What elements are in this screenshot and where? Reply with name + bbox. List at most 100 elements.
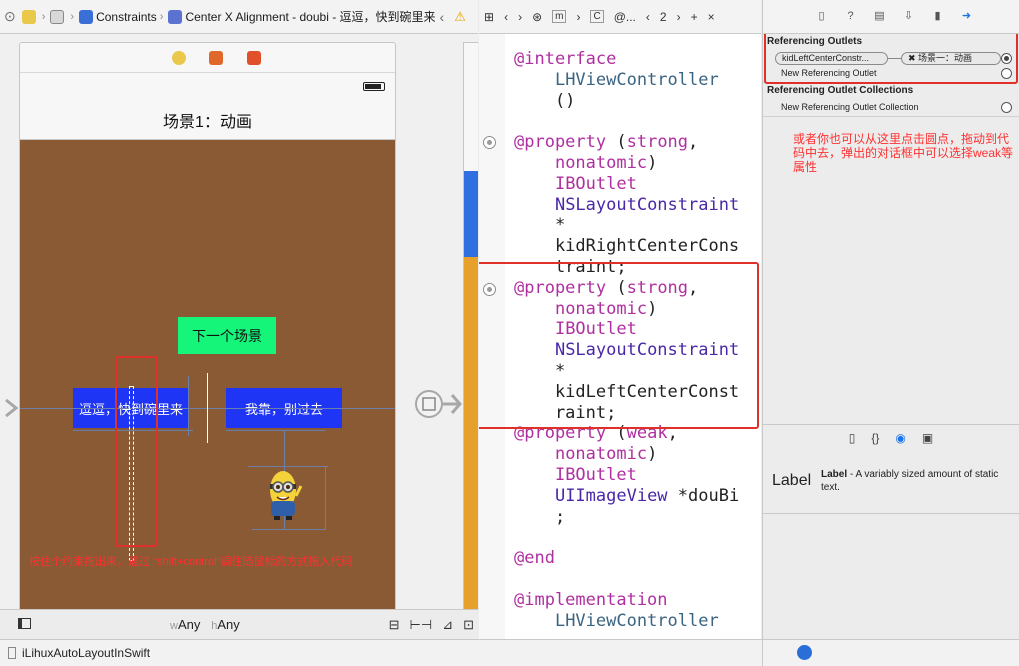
code-line[interactable]: ; [514,507,565,528]
new-referencing-collection-circle[interactable] [1001,102,1012,113]
inspector-annotation: 或者你也可以从这里点击圆点，拖动到代码中去，弹出的对话框中可以选择weak等属性 [793,132,1014,174]
automatic-icon[interactable]: ⊛ [532,10,542,24]
exit-icon[interactable] [247,51,261,65]
chevron-left-icon[interactable]: ‹ [440,9,445,25]
stack-icon[interactable]: ⊟ [389,617,400,633]
code-line[interactable]: nonatomic) [514,153,657,174]
code-line[interactable]: LHViewController [514,611,719,632]
next-scene-preview[interactable] [463,42,478,609]
code-line[interactable]: IBOutlet [514,465,637,486]
constraints-folder-icon[interactable] [79,9,94,24]
grid-icon[interactable]: ⊞ [484,10,494,24]
code-line[interactable]: kidRightCenterCons [514,236,739,257]
library-tabs: ▯ {} ◉ ▣ [762,424,1019,450]
crumb-constraints[interactable]: Constraints [96,10,157,24]
code-line[interactable]: () [514,91,575,112]
code-line[interactable]: NSLayoutConstraint [514,195,739,216]
width-prefix: w [170,620,178,632]
code-line[interactable]: IBOutlet [514,174,637,195]
scene-view-controller[interactable]: 场景1：动画 下一个场景 逗逗，快到碗里来 我靠，别过去 [19,42,396,609]
chevron-right-icon: › [41,10,46,23]
close-editor-button[interactable]: × [708,10,715,24]
quick-help-icon[interactable]: ? [845,10,857,23]
related-items-icon[interactable]: ⊙ [4,8,16,25]
storyboard-canvas[interactable]: 场景1：动画 下一个场景 逗逗，快到碗里来 我靠，别过去 按住个约束拖出来，通过… [0,34,478,609]
file-m-icon[interactable]: m [552,10,567,23]
storyboard-icon[interactable] [21,9,36,24]
resize-icon[interactable]: ⊡ [463,617,474,633]
forward-arrow-icon[interactable]: › [518,10,522,24]
jump-bar: ⊙ › › Constraints › Center X Alignment -… [0,0,478,34]
label-object-preview[interactable]: Label [772,472,811,490]
main-view[interactable]: 下一个场景 逗逗，快到碗里来 我靠，别过去 [20,140,395,609]
next-scene-button[interactable]: 下一个场景 [178,317,276,354]
counterpart-counter: 2 [659,9,667,24]
object-library: Label Label - A variably sized amount of… [762,450,1019,514]
constraint-line [226,430,326,431]
chevron-left-icon[interactable]: ‹ [646,10,650,24]
file-template-icon[interactable]: ▯ [849,431,856,445]
connections-inspector: Referencing Outlets kidLeftCenterConstr.… [762,34,1019,424]
next-scene-blue-block [464,171,478,257]
code-line[interactable]: nonatomic) [514,444,657,465]
outlet-connected-circle[interactable] [483,136,496,149]
xcode-window: ⊙ › › Constraints › Center X Alignment -… [0,0,1019,666]
constraint-icon[interactable] [168,9,183,24]
code-line[interactable]: @property (strong, [514,132,698,153]
constraint-line [252,529,326,530]
chevron-right-icon: › [159,10,164,23]
constraint-line [188,376,189,436]
object-library-icon[interactable]: ◉ [895,431,905,445]
pin-icon[interactable]: ⊢⊣ [410,617,433,633]
code-editor[interactable]: @interface LHViewController () @property … [479,34,761,639]
size-class-control[interactable]: wAny hAny [170,617,240,632]
connections-inspector-icon[interactable]: ➜ [961,10,973,23]
width-value: Any [177,617,201,632]
inspector-tabs: ▯ ? ▤ ⇩ ▮ ➜ [762,0,1019,34]
minion-image[interactable] [263,468,303,522]
add-editor-button[interactable]: + [691,10,698,24]
next-scene-orange-block [464,257,478,609]
media-library-icon[interactable]: ▣ [922,431,933,445]
constraint-line [248,466,328,467]
crumb-alignment[interactable]: Center X Alignment - doubi - 逗逗，快到碗里来 [185,8,435,25]
referencing-collections-title: Referencing Outlet Collections [767,85,914,96]
library-filter-bar [762,639,1019,666]
warning-icon[interactable]: ⚠ [454,9,466,25]
project-name[interactable]: iLihuxAutoLayoutInSwift [22,646,150,660]
battery-icon [363,82,385,91]
size-inspector-icon[interactable]: ▮ [932,10,944,23]
identity-inspector-icon[interactable]: ▤ [874,10,886,23]
code-line[interactable]: LHViewController [514,70,719,91]
first-responder-icon[interactable] [209,51,223,65]
symbol-crumb[interactable]: @... [614,10,636,24]
chevron-right-icon[interactable]: › [677,10,681,24]
document-outline-toggle-icon[interactable] [18,618,31,629]
library-list [762,514,1019,639]
attributes-inspector-icon[interactable]: ⇩ [903,10,915,23]
code-line[interactable]: @implementation [514,590,668,611]
canvas-annotation: 按住个约束拖出来，通过 "shift+control"调住随鼠标的方式拖入代码 [29,556,353,568]
code-line[interactable]: @end [514,548,555,569]
constraint-line [325,466,326,530]
nav-title: 场景1：动画 [163,114,252,131]
file-c-icon[interactable]: C [590,10,604,23]
height-value: Any [217,617,240,632]
label-object-description: Label - A variably sized amount of stati… [821,468,1011,494]
filter-icon[interactable] [797,645,812,660]
label-object-desc-text: - A variably sized amount of static text… [821,469,999,493]
new-referencing-collection-label: New Referencing Outlet Collection [781,102,919,112]
code-snippet-icon[interactable]: {} [871,431,879,445]
back-arrow-icon[interactable]: ‹ [504,10,508,24]
code-line[interactable]: UIImageView *douBi [514,486,739,507]
segue-arrow-icon[interactable] [412,389,462,419]
view-icon[interactable] [50,9,65,24]
resolve-icon[interactable]: ⊿ [442,617,453,633]
navigation-bar: 场景1：动画 [20,74,395,140]
code-line[interactable]: @interface [514,49,616,70]
scene-dock [20,43,395,73]
highlight-box-constraint [115,356,158,547]
view-controller-icon[interactable] [172,51,186,65]
file-inspector-icon[interactable]: ▯ [816,10,828,23]
code-line[interactable]: * [514,215,565,236]
